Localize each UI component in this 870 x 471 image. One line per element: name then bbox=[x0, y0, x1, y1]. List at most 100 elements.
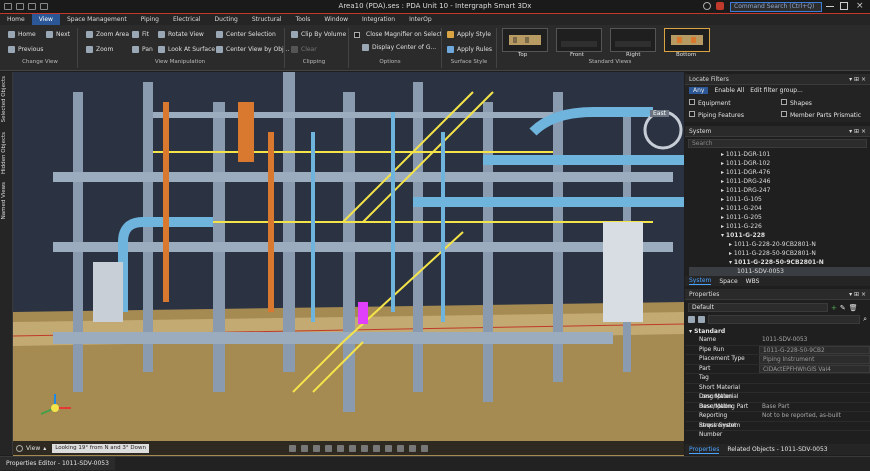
property-value[interactable] bbox=[759, 393, 870, 402]
select-tool-icon[interactable] bbox=[289, 444, 296, 452]
tree-item[interactable]: ▸ 1011-G-204 bbox=[689, 204, 870, 213]
enable-all-button[interactable]: Enable All bbox=[714, 87, 744, 94]
property-row[interactable]: Long Material Description bbox=[685, 393, 870, 410]
any-filter-button[interactable]: Any bbox=[689, 87, 709, 94]
panel-controls[interactable]: ▾ ⊞ × bbox=[849, 289, 866, 300]
maximize-icon[interactable] bbox=[840, 2, 848, 10]
3d-viewport[interactable]: East bbox=[13, 72, 684, 456]
property-row[interactable]: Base/Mating Part Base Part bbox=[685, 403, 870, 412]
property-value[interactable]: Base Part bbox=[759, 403, 870, 412]
zoom-area-icon[interactable] bbox=[325, 444, 332, 452]
property-row[interactable]: Placement Type Piping Instrument bbox=[685, 355, 870, 365]
tab-space-management[interactable]: Space Management bbox=[60, 14, 134, 25]
look-at-surface-button[interactable]: Look At Surface bbox=[158, 46, 215, 53]
center-selection-button[interactable]: Center Selection bbox=[216, 31, 276, 38]
rotate-icon[interactable] bbox=[361, 444, 368, 452]
hidden-objects-tab[interactable]: Hidden Objects bbox=[1, 132, 7, 174]
search-icon[interactable]: ⌕ bbox=[863, 315, 867, 324]
hide-icon[interactable] bbox=[421, 444, 428, 452]
tab-electrical[interactable]: Electrical bbox=[166, 14, 208, 25]
property-value[interactable]: 1011-G-228-50-9CB2 bbox=[759, 345, 870, 354]
next-view-button[interactable]: Next bbox=[46, 31, 70, 38]
clip-icon[interactable] bbox=[397, 444, 404, 452]
tree-item[interactable]: ▸ 1011-DGR-102 bbox=[689, 159, 870, 168]
tab-space[interactable]: Space bbox=[719, 278, 737, 285]
tree-item[interactable]: ▸ 1011-G-205 bbox=[689, 213, 870, 222]
tree-item[interactable]: ▾ 1011-G-228 bbox=[689, 231, 870, 240]
property-row[interactable]: Tag bbox=[685, 374, 870, 384]
tab-ducting[interactable]: Ducting bbox=[208, 14, 245, 25]
filter-member-parts-prismatic[interactable]: Member Parts Prismatic bbox=[781, 111, 861, 119]
tree-item[interactable]: ▸ 1011-G-228-20-9CB2801-N bbox=[689, 240, 870, 249]
property-row[interactable]: Reporting Requirement Not to be reported,… bbox=[685, 412, 870, 429]
tab-home[interactable]: Home bbox=[0, 14, 32, 25]
delete-icon[interactable]: 🗑 bbox=[849, 304, 858, 312]
property-value[interactable] bbox=[759, 384, 870, 393]
zoom-out-icon[interactable] bbox=[313, 444, 320, 452]
tab-piping[interactable]: Piping bbox=[134, 14, 166, 25]
tree-item[interactable]: ▸ 1011-DGR-101 bbox=[689, 150, 870, 159]
view-selector[interactable]: View ▴ bbox=[13, 444, 46, 452]
property-row[interactable]: Pipe Run 1011-G-228-50-9CB2 bbox=[685, 345, 870, 355]
tab-integration[interactable]: Integration bbox=[355, 14, 402, 25]
filter-shapes[interactable]: Shapes bbox=[781, 99, 812, 107]
bottom-view-button[interactable] bbox=[664, 28, 710, 52]
property-row[interactable]: Short Material Description bbox=[685, 384, 870, 400]
filter-piping-features[interactable]: Piping Features bbox=[689, 111, 744, 119]
tree-item[interactable]: ▸ 1011-DRG-247 bbox=[689, 186, 870, 195]
panel-controls[interactable]: ▾ ⊞ × bbox=[849, 126, 866, 137]
center-view-by-object-button[interactable]: Center View by Obj... bbox=[216, 46, 289, 53]
edit-icon[interactable]: ✎ bbox=[840, 304, 846, 312]
property-value[interactable]: Piping Instrument bbox=[759, 355, 870, 364]
tab-tools[interactable]: Tools bbox=[289, 14, 318, 25]
standard-section-header[interactable]: ▾ Standard bbox=[685, 327, 870, 336]
tab-related-objects[interactable]: Related Objects - 1011-SDV-0053 bbox=[727, 446, 827, 453]
walk-icon[interactable] bbox=[373, 444, 380, 452]
tree-item[interactable]: ▸ 1011-G-226 bbox=[689, 222, 870, 231]
fly-icon[interactable] bbox=[385, 444, 392, 452]
panel-controls[interactable]: ▾ ⊞ × bbox=[849, 74, 866, 85]
tree-item[interactable]: ▸ 1011-DGR-476 bbox=[689, 168, 870, 177]
named-views-tab[interactable]: Named Views bbox=[1, 182, 7, 219]
tree-item[interactable]: ▸ 1011-DRG-246 bbox=[689, 177, 870, 186]
categorized-icon[interactable] bbox=[688, 316, 695, 323]
tab-wbs[interactable]: WBS bbox=[746, 278, 760, 285]
tab-interop[interactable]: InterOp bbox=[402, 14, 439, 25]
tab-structural[interactable]: Structural bbox=[245, 14, 289, 25]
tree-item[interactable]: ▸ 1011-G-105 bbox=[689, 195, 870, 204]
filter-equipment[interactable]: Equipment bbox=[689, 99, 731, 107]
minimize-icon[interactable] bbox=[826, 6, 834, 7]
zoom-area-button[interactable]: Zoom Area bbox=[86, 31, 129, 38]
tab-system[interactable]: System bbox=[689, 277, 712, 285]
add-icon[interactable]: + bbox=[831, 304, 837, 312]
property-value[interactable] bbox=[759, 374, 870, 383]
property-row[interactable]: Stress System Number bbox=[685, 422, 870, 438]
measure-icon[interactable] bbox=[409, 444, 416, 452]
close-icon[interactable]: × bbox=[856, 1, 864, 11]
tree-item[interactable]: ▾ 1011-G-228-50-9CB2801-N bbox=[689, 258, 870, 267]
notification-icon[interactable] bbox=[716, 2, 724, 10]
clip-by-volume-button[interactable]: Clip By Volume bbox=[291, 31, 346, 38]
tab-window[interactable]: Window bbox=[317, 14, 355, 25]
property-row[interactable]: Part CIDActEPFHWhGIS Val4 bbox=[685, 364, 870, 374]
property-value[interactable] bbox=[759, 422, 870, 431]
property-search-input[interactable] bbox=[708, 315, 861, 324]
tree-item[interactable]: ▸ 1011-G-228-50-9CB2801-N bbox=[689, 249, 870, 258]
fit-icon[interactable] bbox=[337, 444, 344, 452]
property-value[interactable]: Not to be reported, as-built bbox=[759, 412, 870, 421]
rotate-view-button[interactable]: Rotate View bbox=[158, 31, 204, 38]
tab-properties[interactable]: Properties bbox=[689, 446, 720, 454]
apply-style-button[interactable]: Apply Style bbox=[447, 31, 491, 38]
apply-rules-button[interactable]: Apply Rules bbox=[447, 46, 492, 53]
clear-clip-button[interactable]: Clear bbox=[291, 46, 317, 53]
system-search-input[interactable]: Search bbox=[688, 139, 867, 148]
fit-button[interactable]: Fit bbox=[132, 31, 149, 38]
zoom-button[interactable]: Zoom bbox=[86, 46, 113, 53]
tree-item[interactable]: 1011-SDV-0053 bbox=[689, 267, 870, 276]
zoom-in-icon[interactable] bbox=[301, 444, 308, 452]
help-icon[interactable] bbox=[703, 2, 711, 10]
selected-objects-tab[interactable]: Selected Objects bbox=[1, 76, 7, 122]
pan-button[interactable]: Pan bbox=[132, 46, 153, 53]
tab-view[interactable]: View bbox=[31, 14, 60, 25]
top-view-button[interactable] bbox=[502, 28, 548, 52]
